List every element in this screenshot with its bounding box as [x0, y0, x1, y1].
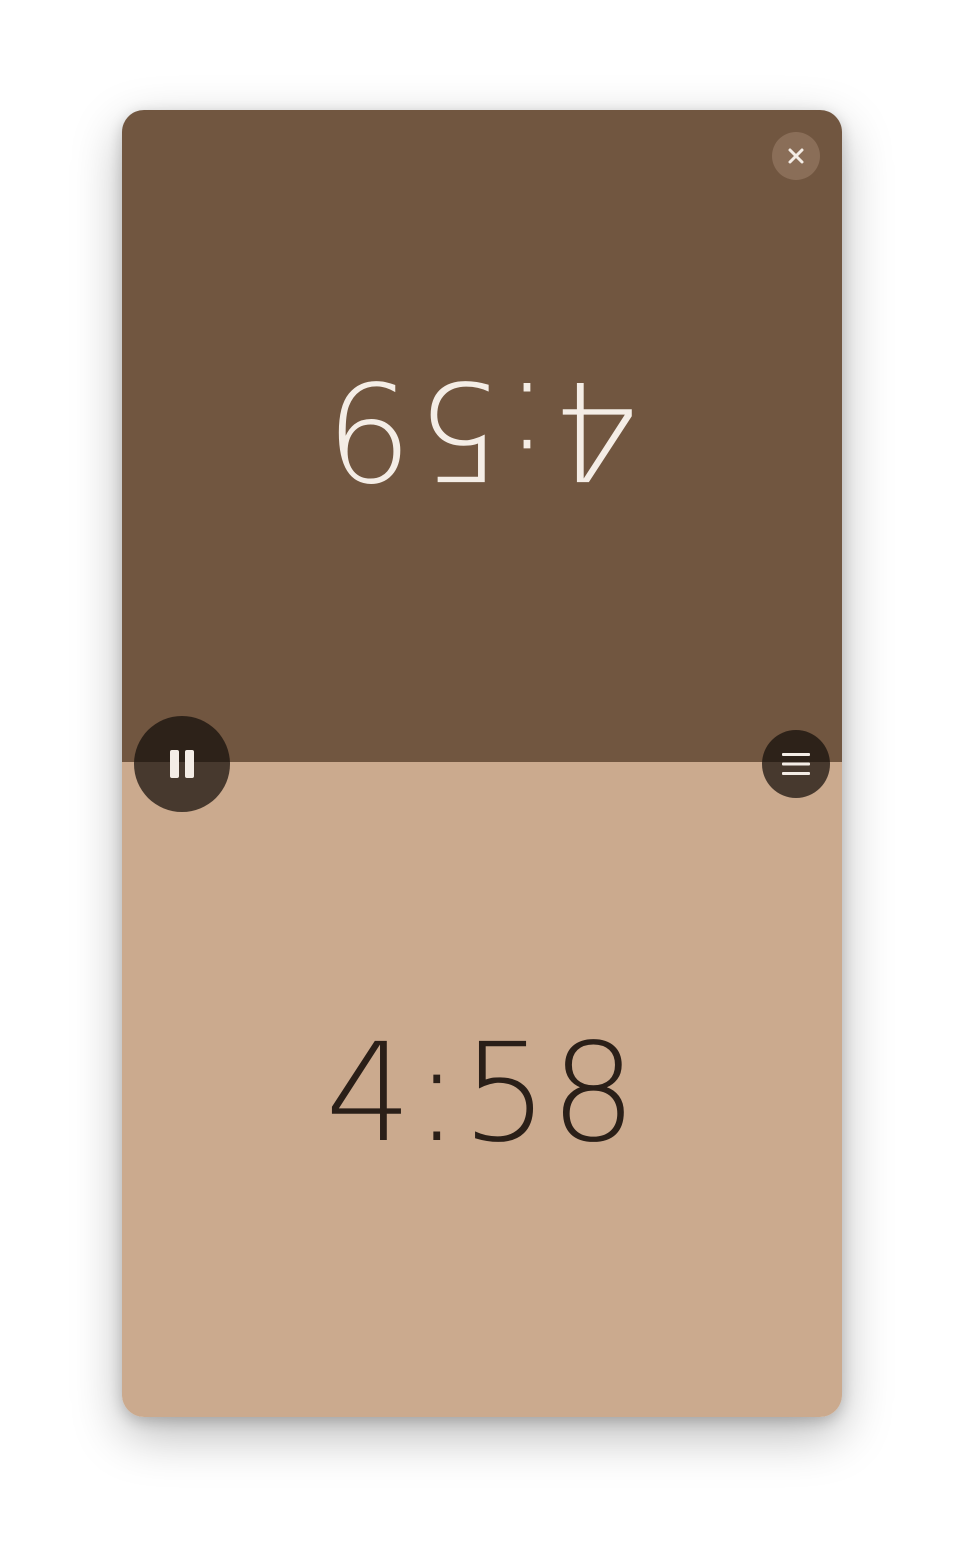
pause-button[interactable] [134, 716, 230, 812]
close-button[interactable] [772, 132, 820, 180]
menu-button[interactable] [762, 730, 830, 798]
chess-clock-window: 4:59 4:58 [122, 110, 842, 1417]
bottom-player-time: 4:58 [325, 1014, 639, 1173]
bottom-player-panel[interactable]: 4:58 [122, 762, 842, 1417]
menu-icon [781, 751, 811, 777]
close-icon [786, 146, 806, 166]
top-player-panel[interactable]: 4:59 [122, 110, 842, 762]
pause-icon [169, 749, 195, 779]
top-player-time: 4:59 [325, 350, 639, 508]
